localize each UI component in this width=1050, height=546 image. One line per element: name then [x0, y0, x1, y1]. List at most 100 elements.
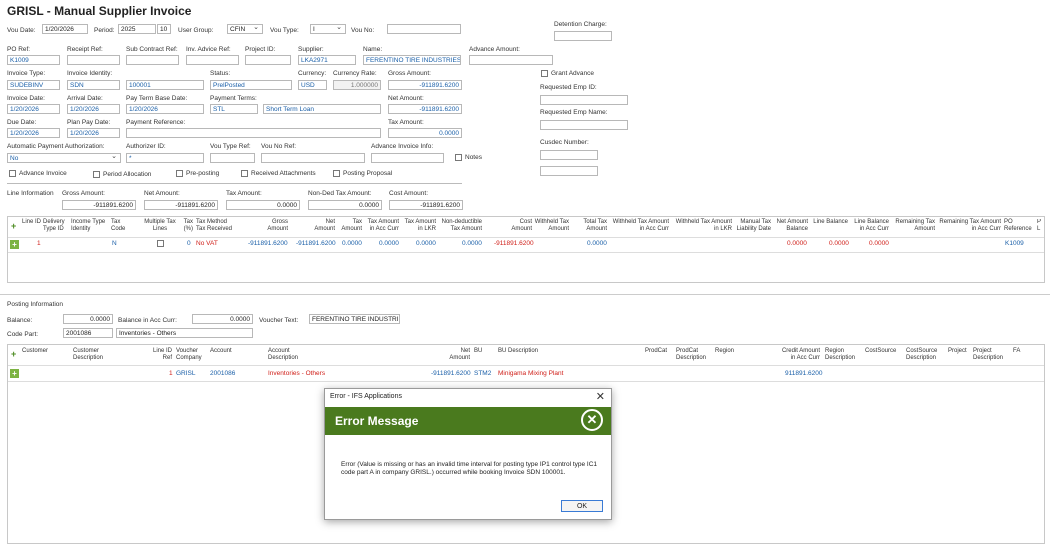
col-header[interactable]: Remaining Tax Amount in Acc Curr	[937, 219, 1001, 233]
col-header[interactable]: Region	[715, 348, 745, 355]
supplier-field[interactable]: LKA2971	[298, 55, 356, 65]
tax-pct-cell[interactable]: 0	[187, 240, 191, 247]
invoice-type-field[interactable]: SUDEBINV	[7, 80, 60, 90]
col-header[interactable]: Tax Amount in LKR	[401, 219, 436, 233]
net-bal-cell[interactable]: 0.0000	[787, 240, 807, 247]
nonded-cell[interactable]: 0.0000	[462, 240, 482, 247]
col-header[interactable]: Withheld Tax Amount	[534, 219, 569, 233]
detention-field[interactable]	[554, 31, 612, 41]
gross-cell[interactable]: -911891.6200	[248, 240, 288, 247]
arrival-date-field[interactable]: 1/20/2026	[67, 104, 120, 114]
account-cell[interactable]: 2001086	[210, 370, 235, 377]
col-header[interactable]: Manual Tax Liability Date	[734, 219, 771, 233]
vou-type-select[interactable]: I	[310, 24, 346, 34]
advance-invoice-checkbox[interactable]	[9, 170, 16, 177]
col-header[interactable]: Net Amount	[444, 348, 470, 362]
sub-contract-field[interactable]	[126, 55, 179, 65]
period-year-field[interactable]: 2025	[118, 24, 156, 34]
vou-type-ref-field[interactable]	[210, 153, 255, 163]
company-cell[interactable]: GRISL	[176, 370, 196, 377]
tax-cell[interactable]: 0.0000	[342, 240, 362, 247]
invoice-date-field[interactable]: 1/20/2026	[7, 104, 60, 114]
section-splitter[interactable]	[0, 294, 1050, 295]
col-header[interactable]: Total Tax Amount	[572, 219, 607, 233]
payment-terms-code-field[interactable]: STL	[210, 104, 258, 114]
user-group-select[interactable]: CFIN	[227, 24, 263, 34]
col-header[interactable]: Region Description	[825, 348, 859, 362]
notes-checkbox[interactable]	[455, 154, 462, 161]
po-ref-field[interactable]: K1009	[7, 55, 60, 65]
col-header[interactable]: Line Balance in Acc Curr	[850, 219, 889, 233]
cost-cell[interactable]: -911891.6200	[494, 240, 534, 247]
col-header[interactable]: Tax (%)	[178, 219, 193, 233]
project-id-field[interactable]	[245, 55, 291, 65]
credit-acc-cell[interactable]: 911891.6200	[785, 370, 822, 377]
line-bal-cell[interactable]: 0.0000	[829, 240, 849, 247]
col-header[interactable]: Line Balance	[810, 219, 848, 226]
posting-proposal-checkbox[interactable]	[333, 170, 340, 177]
row-select-icon[interactable]: +	[10, 240, 19, 249]
col-header[interactable]: ProdCat Description	[676, 348, 710, 362]
col-header[interactable]: Tax Code	[111, 219, 131, 233]
bu-desc-cell[interactable]: Minigama Mixing Plant	[498, 370, 563, 377]
col-header[interactable]: Customer	[22, 348, 62, 355]
cusdec-field-1[interactable]	[540, 150, 598, 160]
col-header[interactable]: Customer Description	[73, 348, 113, 362]
due-date-field[interactable]: 1/20/2026	[7, 128, 60, 138]
tax-method-cell[interactable]: No VAT	[196, 240, 218, 247]
col-header[interactable]: ProdCat	[645, 348, 673, 355]
pay-term-base-field[interactable]: 1/20/2026	[126, 104, 204, 114]
col-header[interactable]: Tax Method Tax Received	[196, 219, 236, 233]
payment-ref-field[interactable]	[126, 128, 381, 138]
name-field[interactable]: FERENTINO TIRE INDUSTRIES	[363, 55, 461, 65]
bu-cell[interactable]: STM2	[474, 370, 491, 377]
posting-net-cell[interactable]: -911891.6200	[431, 370, 471, 377]
invoice-identity-b-field[interactable]: 100001	[126, 80, 204, 90]
col-header[interactable]: Remaining Tax Amount	[891, 219, 935, 233]
currency-field[interactable]: USD	[298, 80, 327, 90]
grant-advance-checkbox[interactable]	[541, 70, 548, 77]
col-header[interactable]: Line ID	[20, 219, 41, 226]
col-header[interactable]: Non-deductible Tax Amount	[438, 219, 482, 233]
col-header[interactable]: Project Description	[973, 348, 1009, 362]
line-ref-cell[interactable]: 1	[169, 370, 173, 377]
advance-amount-field[interactable]	[469, 55, 553, 65]
pre-posting-checkbox[interactable]	[176, 170, 183, 177]
total-tax-cell[interactable]: 0.0000	[587, 240, 607, 247]
col-header[interactable]: FA	[1013, 348, 1027, 355]
vou-no-ref-field[interactable]	[261, 153, 365, 163]
received-att-checkbox[interactable]	[241, 170, 248, 177]
col-header[interactable]: Project	[948, 348, 970, 355]
auto-pay-select[interactable]: No	[7, 153, 121, 163]
col-header[interactable]: CostSource Description	[906, 348, 944, 362]
posting-row-select-icon[interactable]: +	[10, 369, 19, 378]
col-header[interactable]: Cost Amount	[508, 219, 532, 233]
add-row-icon[interactable]: +	[11, 221, 16, 231]
ok-button[interactable]: OK	[561, 500, 603, 512]
col-header[interactable]: Net Amount Balance	[773, 219, 808, 233]
receipt-ref-field[interactable]	[67, 55, 120, 65]
col-header[interactable]: Line ID Ref	[150, 348, 172, 362]
net-cell[interactable]: -911891.6200	[296, 240, 336, 247]
col-header[interactable]: PO Reference	[1004, 219, 1034, 233]
multiple-tax-lines-checkbox[interactable]	[157, 240, 164, 247]
authorizer-field[interactable]: *	[126, 153, 204, 163]
po-ref-cell[interactable]: K1009	[1005, 240, 1024, 247]
col-header[interactable]: Voucher Company	[176, 348, 206, 362]
col-header[interactable]: Multiple Tax Lines	[144, 219, 176, 233]
col-header[interactable]: Account	[210, 348, 250, 355]
tax-acc-cell[interactable]: 0.0000	[379, 240, 399, 247]
inv-advice-field[interactable]	[186, 55, 239, 65]
col-header[interactable]: Net Amount	[308, 219, 335, 233]
req-emp-id-field[interactable]	[540, 95, 628, 105]
account-desc-cell[interactable]: Inventories - Others	[268, 370, 325, 377]
add-posting-row-icon[interactable]: +	[11, 349, 16, 359]
line-bal-acc-cell[interactable]: 0.0000	[869, 240, 889, 247]
tax-lkr-cell[interactable]: 0.0000	[416, 240, 436, 247]
invoice-identity-a-field[interactable]: SDN	[67, 80, 120, 90]
col-header[interactable]: CostSource	[865, 348, 901, 355]
vou-no-field[interactable]	[387, 24, 461, 34]
period-alloc-checkbox[interactable]	[93, 171, 100, 178]
adv-inv-info-field[interactable]	[371, 153, 444, 163]
close-icon[interactable]: ✕	[596, 390, 605, 403]
